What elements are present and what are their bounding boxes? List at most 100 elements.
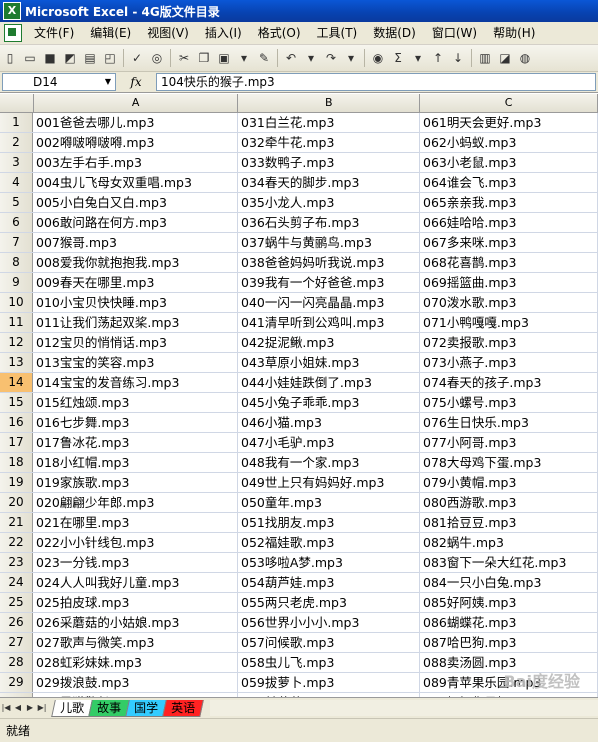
row-header[interactable]: 10	[0, 293, 33, 312]
cell-b[interactable]: 049世上只有妈妈好.mp3	[238, 473, 420, 492]
row-header[interactable]: 15	[0, 393, 33, 412]
paste-dropdown-icon[interactable]: ▾	[236, 50, 252, 66]
row-header[interactable]: 23	[0, 553, 33, 572]
cell-c[interactable]: 072卖报歌.mp3	[420, 333, 598, 352]
column-header-c[interactable]: C	[420, 94, 598, 112]
cell-a[interactable]: 003左手右手.mp3	[33, 153, 238, 172]
paste-icon[interactable]: ▣	[216, 50, 232, 66]
cell-b[interactable]: 038爸爸妈妈听我说.mp3	[238, 253, 420, 272]
redo-dropdown-icon[interactable]: ▾	[343, 50, 359, 66]
cell-c[interactable]: 073小燕子.mp3	[420, 353, 598, 372]
menu-file[interactable]: 文件(F)	[26, 23, 82, 43]
cell-b[interactable]: 034春天的脚步.mp3	[238, 173, 420, 192]
cell-a[interactable]: 006敢问路在何方.mp3	[33, 213, 238, 232]
cell-b[interactable]: 051找朋友.mp3	[238, 513, 420, 532]
sheet-tab[interactable]: 英语	[162, 699, 204, 717]
save-icon[interactable]: ■	[42, 50, 58, 66]
cell-b[interactable]: 033数鸭子.mp3	[238, 153, 420, 172]
cell-a[interactable]: 022小小针线包.mp3	[33, 533, 238, 552]
cell-b[interactable]: 046小猫.mp3	[238, 413, 420, 432]
cell-a[interactable]: 011让我们荡起双桨.mp3	[33, 313, 238, 332]
row-header[interactable]: 3	[0, 153, 33, 172]
autosum-dropdown-icon[interactable]: ▾	[410, 50, 426, 66]
horizontal-scrollbar[interactable]	[210, 700, 598, 716]
cell-c[interactable]: 077小阿哥.mp3	[420, 433, 598, 452]
cell-c[interactable]: 070泼水歌.mp3	[420, 293, 598, 312]
row-header[interactable]: 20	[0, 493, 33, 512]
menu-data[interactable]: 数据(D)	[365, 23, 424, 43]
name-box[interactable]: D14 ▼	[2, 73, 116, 91]
cell-b[interactable]: 031白兰花.mp3	[238, 113, 420, 132]
cell-c[interactable]: 080西游歌.mp3	[420, 493, 598, 512]
cell-a[interactable]: 009春天在哪里.mp3	[33, 273, 238, 292]
row-header[interactable]: 13	[0, 353, 33, 372]
row-header[interactable]: 27	[0, 633, 33, 652]
row-header[interactable]: 26	[0, 613, 33, 632]
cell-c[interactable]: 068花喜鹊.mp3	[420, 253, 598, 272]
cell-a[interactable]: 024人人叫我好儿童.mp3	[33, 573, 238, 592]
row-header[interactable]: 25	[0, 593, 33, 612]
row-header[interactable]: 6	[0, 213, 33, 232]
row-header[interactable]: 9	[0, 273, 33, 292]
cell-c[interactable]: 076生日快乐.mp3	[420, 413, 598, 432]
cut-icon[interactable]: ✂	[176, 50, 192, 66]
drawing-icon[interactable]: ◪	[497, 50, 513, 66]
cell-a[interactable]: 025拍皮球.mp3	[33, 593, 238, 612]
cell-a[interactable]: 014宝宝的发音练习.mp3	[33, 373, 238, 392]
cell-b[interactable]: 040一闪一闪亮晶晶.mp3	[238, 293, 420, 312]
cell-c[interactable]: 067多来咪.mp3	[420, 233, 598, 252]
cell-a[interactable]: 001爸爸去哪儿.mp3	[33, 113, 238, 132]
open-icon[interactable]: ▭	[22, 50, 38, 66]
cell-c[interactable]: 081拾豆豆.mp3	[420, 513, 598, 532]
select-all-corner[interactable]	[0, 94, 34, 112]
menu-help[interactable]: 帮助(H)	[485, 23, 543, 43]
row-header[interactable]: 4	[0, 173, 33, 192]
cell-b[interactable]: 045小兔子乖乖.mp3	[238, 393, 420, 412]
cell-a[interactable]: 021在哪里.mp3	[33, 513, 238, 532]
cell-a[interactable]: 004虫儿飞母女双重唱.mp3	[33, 173, 238, 192]
sort-ascending-icon[interactable]: ↑	[430, 50, 446, 66]
cell-a[interactable]: 005小白兔白又白.mp3	[33, 193, 238, 212]
undo-icon[interactable]: ↶	[283, 50, 299, 66]
column-header-a[interactable]: A	[34, 94, 239, 112]
first-sheet-icon[interactable]: |◀	[0, 701, 12, 715]
cell-c[interactable]: 069摇篮曲.mp3	[420, 273, 598, 292]
row-header[interactable]: 11	[0, 313, 33, 332]
cell-b[interactable]: 053哆啦A梦.mp3	[238, 553, 420, 572]
cell-a[interactable]: 020翩翩少年郎.mp3	[33, 493, 238, 512]
format-painter-icon[interactable]: ✎	[256, 50, 272, 66]
cell-b[interactable]: 057问候歌.mp3	[238, 633, 420, 652]
cell-c[interactable]: 071小鸭嘎嘎.mp3	[420, 313, 598, 332]
menu-view[interactable]: 视图(V)	[139, 23, 197, 43]
row-header[interactable]: 12	[0, 333, 33, 352]
cell-c[interactable]: 086蝴蝶花.mp3	[420, 613, 598, 632]
cell-a[interactable]: 028虹彩妹妹.mp3	[33, 653, 238, 672]
new-icon[interactable]: ▯	[2, 50, 18, 66]
cell-a[interactable]: 018小红帽.mp3	[33, 453, 238, 472]
sheet-tab[interactable]: 故事	[88, 699, 130, 717]
cell-b[interactable]: 042捉泥鳅.mp3	[238, 333, 420, 352]
row-header[interactable]: 8	[0, 253, 33, 272]
row-header[interactable]: 17	[0, 433, 33, 452]
row-header[interactable]: 22	[0, 533, 33, 552]
prev-sheet-icon[interactable]: ◀	[12, 701, 24, 715]
cell-c[interactable]: 078大母鸡下蛋.mp3	[420, 453, 598, 472]
chevron-down-icon[interactable]: ▼	[101, 75, 115, 89]
row-header[interactable]: 5	[0, 193, 33, 212]
sort-descending-icon[interactable]: ↓	[450, 50, 466, 66]
spelling-icon[interactable]: ✓	[129, 50, 145, 66]
row-header[interactable]: 28	[0, 653, 33, 672]
function-icon[interactable]: fx	[116, 75, 156, 89]
cell-a[interactable]: 002嘚啵嘚啵嘚.mp3	[33, 133, 238, 152]
cell-c[interactable]: 061明天会更好.mp3	[420, 113, 598, 132]
cell-a[interactable]: 027歌声与微笑.mp3	[33, 633, 238, 652]
column-header-b[interactable]: B	[238, 94, 421, 112]
cell-c[interactable]: 082蜗牛.mp3	[420, 533, 598, 552]
cell-a[interactable]: 012宝贝的悄悄话.mp3	[33, 333, 238, 352]
cell-a[interactable]: 023一分钱.mp3	[33, 553, 238, 572]
undo-dropdown-icon[interactable]: ▾	[303, 50, 319, 66]
cell-c[interactable]: 074春天的孩子.mp3	[420, 373, 598, 392]
row-header[interactable]: 24	[0, 573, 33, 592]
cell-c[interactable]: 064谁会飞.mp3	[420, 173, 598, 192]
sheet-tab[interactable]: 儿歌	[51, 699, 93, 717]
